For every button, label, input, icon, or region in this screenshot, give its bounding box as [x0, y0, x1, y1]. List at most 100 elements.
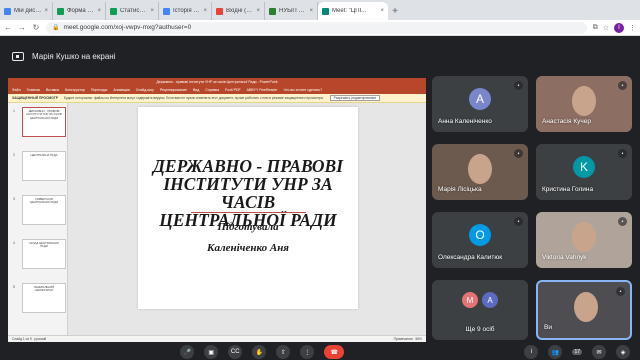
ribbon-tab[interactable]: Анимация [113, 88, 129, 92]
current-slide: ДЕРЖАВНО - ПРАВОВІ ІНСТИТУТИ УНР ЗА ЧАСІ… [138, 107, 358, 309]
notes-button[interactable]: Примечания [394, 337, 413, 341]
avatar: M [462, 292, 478, 308]
tab-title: Історія ДПУ [173, 8, 200, 14]
ribbon-tab[interactable]: ABBYY FineReader [247, 88, 278, 92]
profile-avatar[interactable]: I [614, 22, 624, 33]
mic-muted-icon: • [514, 149, 523, 158]
tab-title: НУБіП України [279, 8, 306, 14]
camera-icon[interactable]: ▣ [204, 345, 219, 359]
protected-label: ЗАЩИЩЕННЫЙ ПРОСМОТР [12, 96, 58, 100]
close-tab-icon[interactable]: × [44, 8, 48, 14]
mic-icon[interactable]: 🎤 [180, 345, 195, 359]
close-tab-icon[interactable]: × [150, 8, 154, 14]
mic-muted-icon: • [514, 217, 523, 226]
browser-tab[interactable]: Статистика_Пра× [106, 2, 159, 20]
chat-icon[interactable]: ✉ [592, 345, 606, 359]
participant-tile[interactable]: A Анна Каленіченко • [432, 76, 528, 132]
lock-icon: 🔒 [52, 25, 60, 31]
slide-thumbnail[interactable]: УНІВЕРСАЛИ ЦЕНТРАЛЬНОЇ РАДИ [22, 195, 66, 225]
thumbnail-number: 2 [13, 153, 15, 157]
close-tab-icon[interactable]: × [309, 8, 313, 14]
tab-favicon-icon [216, 7, 223, 15]
ribbon-tab[interactable]: Главная [27, 88, 40, 92]
avatar: A [482, 292, 498, 308]
ribbon-tab[interactable]: Вид [193, 88, 199, 92]
participant-tile[interactable]: Viktoria Vahnyk • [536, 212, 632, 268]
browser-tab[interactable]: Meet: "ЦПІ... × [318, 2, 388, 20]
tab-favicon-icon [57, 7, 64, 15]
browser-toolbar: ← → ↻ 🔒 meet.google.com/xoj-vwpv-mxg?aut… [0, 20, 640, 36]
info-icon[interactable]: i [524, 345, 539, 359]
people-icon[interactable]: 👥 [548, 345, 563, 359]
zoom-level[interactable]: 56% [415, 337, 422, 341]
meet-controls: 🎤 ▣ CC ✋ ⇧ ⋮ ☎ i 👥 17 ✉ ◈ [0, 344, 640, 360]
browser-tab[interactable]: НУБіП України× [265, 2, 318, 20]
mic-muted-icon: • [618, 217, 627, 226]
participant-tile[interactable]: M A Ще 9 осіб [432, 280, 528, 340]
star-icon[interactable]: ☆ [603, 24, 609, 32]
slide-thumbnail[interactable]: СКЛАД ЦЕНТРАЛЬНОЇ РАДИ [22, 239, 66, 269]
participant-name: Марія Лісіцька [438, 186, 482, 193]
participant-tile[interactable]: Анастасія Кучер • [536, 76, 632, 132]
participant-tile[interactable]: Марія Лісіцька • [432, 144, 528, 200]
participant-tile[interactable]: K Кристина Голина • [536, 144, 632, 200]
ribbon-tab[interactable]: Слайд-шоу [136, 88, 154, 92]
close-tab-icon[interactable]: × [97, 8, 101, 14]
browser-tab[interactable]: Мій диск – Goo× [0, 2, 53, 20]
activities-icon[interactable]: ◈ [616, 345, 630, 359]
ribbon-tab[interactable]: Переходы [91, 88, 107, 92]
reload-icon[interactable]: ↻ [32, 23, 40, 32]
forward-icon[interactable]: → [18, 23, 26, 32]
close-tab-icon[interactable]: × [256, 8, 260, 14]
avatar: A [469, 88, 491, 110]
url-text: meet.google.com/xoj-vwpv-mxg?authuser=0 [63, 24, 192, 31]
participant-tile[interactable]: Ви • [536, 280, 632, 340]
protected-text: Будьте осторожны: файлы из Интернета мог… [63, 96, 324, 100]
ribbon-tab[interactable]: Справка [205, 88, 219, 92]
ribbon-tab[interactable]: Что вы хотите сделать? [283, 88, 322, 92]
back-icon[interactable]: ← [4, 23, 12, 32]
slide-thumbnail[interactable]: ДЕРЖАВНО - ПРАВОВІ ІНСТИТУТИ УНР ЗА ЧАСІ… [22, 107, 66, 137]
powerpoint-menu: Файл Главная Вставка Конструктор Переходы Ани… [8, 86, 426, 94]
powerpoint-status-bar: Слайд 1 из 9 русский Примечания 56% [8, 335, 426, 342]
mic-muted-icon: • [616, 287, 625, 296]
present-icon [12, 51, 24, 61]
participant-video [572, 86, 596, 116]
mic-muted-icon: • [514, 81, 523, 90]
ribbon-tab[interactable]: Конструктор [65, 88, 85, 92]
present-now-icon[interactable]: ⇧ [276, 345, 291, 359]
powerpoint-title-bar: Державно - правові інститути УНР за часі… [8, 78, 426, 86]
tab-favicon-icon [110, 7, 117, 15]
address-bar[interactable]: 🔒 meet.google.com/xoj-vwpv-mxg?authuser=… [46, 21, 587, 34]
ribbon-tab[interactable]: Foxit PDF [225, 88, 241, 92]
thumbnail-number: 5 [13, 285, 15, 289]
ribbon-tab[interactable]: Файл [12, 88, 21, 92]
presenting-text: Марія Кушко на екрані [32, 51, 116, 61]
slide-author: Каленіченко Аня [207, 242, 289, 254]
close-tab-icon[interactable]: × [380, 8, 384, 14]
participant-video [572, 222, 596, 252]
captions-icon[interactable]: CC [228, 345, 243, 359]
browser-tab[interactable]: Форма 48_21/22× [53, 2, 106, 20]
tab-title: Статистика_Пра [120, 8, 147, 14]
thumbnail-number: 4 [13, 241, 15, 245]
presenting-banner: Марія Кушко на екрані [0, 44, 640, 68]
participant-video [468, 154, 492, 184]
menu-icon[interactable]: ⋮ [629, 24, 636, 32]
new-tab-icon[interactable]: + [388, 2, 402, 20]
ribbon-tab[interactable]: Рецензирование [160, 88, 187, 92]
participant-tile[interactable]: O Олександра Калитюк • [432, 212, 528, 268]
browser-tab[interactable]: Вхідні (732) - ел× [212, 2, 265, 20]
end-call-button[interactable]: ☎ [324, 345, 345, 359]
participant-video [574, 292, 598, 322]
slide-thumbnail[interactable]: ГЕНЕРАЛЬНИЙ СЕКРЕТАРІАТ [22, 283, 66, 313]
participant-name: Анастасія Кучер [542, 118, 591, 125]
browser-tab[interactable]: Історія ДПУ× [159, 2, 212, 20]
extensions-icon[interactable]: ⧉ [593, 24, 598, 32]
slide-thumbnail[interactable]: ЦЕНТРАЛЬНА РАДА [22, 151, 66, 181]
close-tab-icon[interactable]: × [203, 8, 207, 14]
more-options-icon[interactable]: ⋮ [300, 345, 315, 359]
raise-hand-icon[interactable]: ✋ [252, 345, 267, 359]
enable-editing-button[interactable]: Разрешить редактирование [329, 95, 381, 101]
ribbon-tab[interactable]: Вставка [46, 88, 59, 92]
